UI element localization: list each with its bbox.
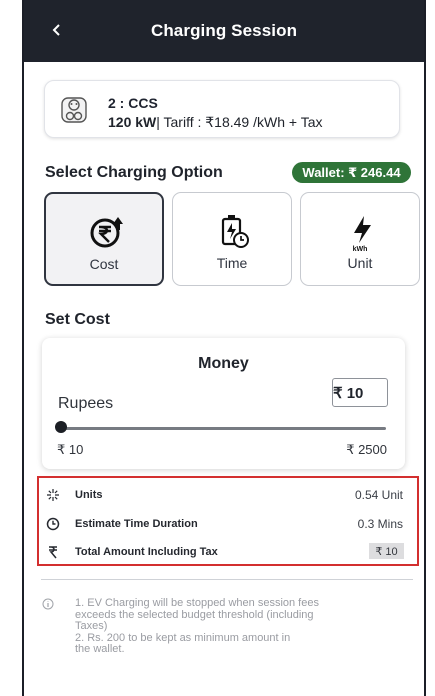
page-title: Charging Session — [150, 21, 298, 40]
option-time-label: Time — [216, 255, 248, 271]
total-amount-badge: ₹ 10 — [369, 543, 404, 559]
option-cost-label: Cost — [89, 256, 119, 272]
minimum-cost: ₹ 10 — [57, 442, 84, 457]
cost-slider-track[interactable] — [60, 427, 386, 430]
clock-icon — [46, 517, 60, 531]
charging-note: 1. EV Charging will be stopped when sess… — [75, 597, 319, 655]
wallet-balance-badge: Wallet: ₹ 246.44 — [292, 162, 411, 183]
cost-amount-input[interactable] — [332, 378, 388, 407]
option-cost-button[interactable]: Cost — [44, 192, 164, 286]
option-unit-label: Unit — [347, 255, 373, 271]
time-duration-value: 0.3 Mins — [357, 517, 403, 531]
kwh-caption: kWh — [352, 246, 368, 253]
rupee-icon — [49, 546, 57, 559]
charger-power: 120 kW — [108, 114, 157, 130]
charging-session-screen: Charging Session 2 : CCS 120 kW| Tariff … — [22, 0, 426, 696]
set-cost-title: Set Cost — [45, 311, 110, 328]
option-unit-button[interactable]: kWh Unit — [300, 192, 420, 286]
cost-slider-handle[interactable] — [55, 421, 67, 433]
battery-clock-icon — [221, 215, 249, 248]
total-amount-row: Total Amount Including Tax ₹ 10 — [39, 543, 417, 567]
back-button[interactable] — [42, 15, 72, 45]
maximum-cost: ₹ 2500 — [346, 442, 387, 457]
chevron-left-icon — [52, 24, 60, 36]
money-title: Money — [198, 355, 249, 372]
units-label: Units — [75, 489, 103, 501]
kwh-bolt-icon — [354, 216, 371, 243]
ccs-connector-icon — [61, 97, 87, 123]
time-duration-row: Estimate Time Duration 0.3 Mins — [39, 515, 417, 539]
sparkle-icon — [47, 489, 59, 501]
notes-divider — [41, 579, 413, 580]
tariff-text: | Tariff : ₹18.49 /kWh + Tax — [156, 114, 323, 130]
charging-option-title: Select Charging Option — [45, 164, 223, 181]
rupee-up-icon — [90, 217, 123, 248]
info-icon — [42, 598, 54, 610]
total-amount-label: Total Amount Including Tax — [75, 546, 218, 558]
top-bar: Charging Session — [24, 0, 424, 62]
units-row: Units 0.54 Unit — [39, 486, 417, 510]
option-time-button[interactable]: Time — [172, 192, 292, 286]
session-estimate-summary: Units 0.54 Unit Estimate Time Duration 0… — [37, 476, 419, 566]
units-value: 0.54 Unit — [354, 488, 403, 502]
time-duration-label: Estimate Time Duration — [75, 518, 198, 530]
connector-name: 2 : CCS — [108, 95, 158, 111]
rupees-label: Rupees — [58, 395, 114, 412]
charger-tariff: 120 kW| Tariff : ₹18.49 /kWh + Tax — [108, 114, 323, 131]
cost-setting-card: Money Rupees ₹ 10 ₹ 2500 — [42, 338, 405, 469]
charger-summary-card: 2 : CCS 120 kW| Tariff : ₹18.49 /kWh + T… — [44, 80, 400, 138]
